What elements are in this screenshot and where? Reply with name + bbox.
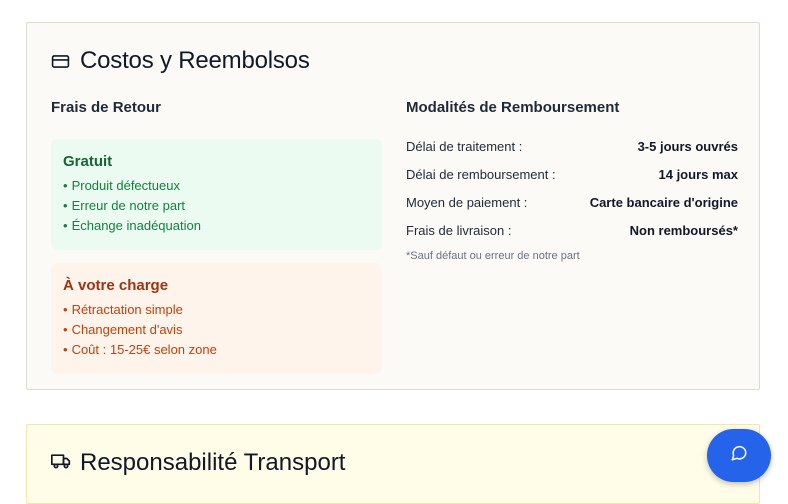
paid-item-text: Changement d'avis — [71, 322, 183, 337]
refund-row-label: Frais de livraison : — [406, 222, 512, 238]
paid-returns-box: À votre charge • Rétractation simple • Cha… — [51, 263, 382, 374]
paid-returns-title: À votre charge — [63, 277, 169, 294]
refund-row-payment: Moyen de paiement : Carte bancaire d'ori… — [406, 188, 738, 216]
free-item-text: Échange inadéquation — [71, 218, 201, 233]
refund-terms-heading: Modalités de Remboursement — [406, 99, 620, 116]
refund-row-value: Non remboursés* — [629, 222, 738, 238]
list-item: • Rétractation simple — [63, 302, 183, 317]
list-item: • Échange inadéquation — [63, 218, 201, 233]
free-item-text: Erreur de notre part — [71, 198, 186, 213]
return-fees-column: Frais de Retour Gratuit • Produit défectu… — [51, 99, 382, 374]
transport-card: Responsabilité Transport — [26, 424, 760, 504]
costs-title: Costos y Reembolsos — [80, 47, 310, 74]
list-item: • Changement d'avis — [63, 322, 183, 337]
refund-row-shipping: Frais de livraison : Non remboursés* — [406, 216, 738, 244]
chat-button[interactable] — [707, 429, 771, 482]
paid-item-text: Coût : 15-25€ selon zone — [71, 342, 217, 357]
refund-row-value: 3-5 jours ouvrés — [637, 138, 738, 154]
credit-card-icon — [51, 52, 70, 71]
free-returns-box: Gratuit • Produit défectueux • Erreur de n… — [51, 139, 382, 250]
list-item: • Erreur de notre part — [63, 198, 186, 213]
truck-icon — [51, 451, 71, 476]
refund-row-label: Moyen de paiement : — [406, 194, 528, 210]
transport-title: Responsabilité Transport — [80, 449, 346, 476]
list-item: • Produit défectueux — [63, 178, 180, 193]
refund-row-value: Carte bancaire d'origine — [589, 194, 738, 210]
refund-footnote: *Sauf défaut ou erreur de notre part — [406, 250, 580, 262]
refund-row-value: 14 jours max — [658, 166, 739, 182]
chat-bubble-icon — [730, 444, 748, 467]
refund-row-label: Délai de traitement : — [406, 138, 523, 154]
free-returns-title: Gratuit — [63, 153, 113, 170]
costs-refunds-card: Costos y Reembolsos Frais de Retour Grat… — [26, 22, 760, 390]
paid-returns-list: • Rétractation simple • Changement d'avis … — [63, 300, 370, 360]
free-returns-list: • Produit défectueux • Erreur de notre par… — [63, 176, 370, 236]
refund-terms-list: Délai de traitement : 3-5 jours ouvrés D… — [406, 132, 738, 244]
transport-title-row: Responsabilité Transport — [51, 449, 345, 477]
costs-title-row: Costos y Reembolsos — [51, 47, 310, 75]
list-item: • Coût : 15-25€ selon zone — [63, 342, 217, 357]
refund-row-delay: Délai de remboursement : 14 jours max — [406, 160, 738, 188]
refund-terms-column: Modalités de Remboursement Délai de trai… — [406, 99, 738, 262]
free-item-text: Produit défectueux — [71, 178, 180, 193]
refund-row-processing: Délai de traitement : 3-5 jours ouvrés — [406, 132, 738, 160]
refund-row-label: Délai de remboursement : — [406, 166, 556, 182]
paid-item-text: Rétractation simple — [71, 302, 183, 317]
return-fees-heading: Frais de Retour — [51, 99, 162, 116]
